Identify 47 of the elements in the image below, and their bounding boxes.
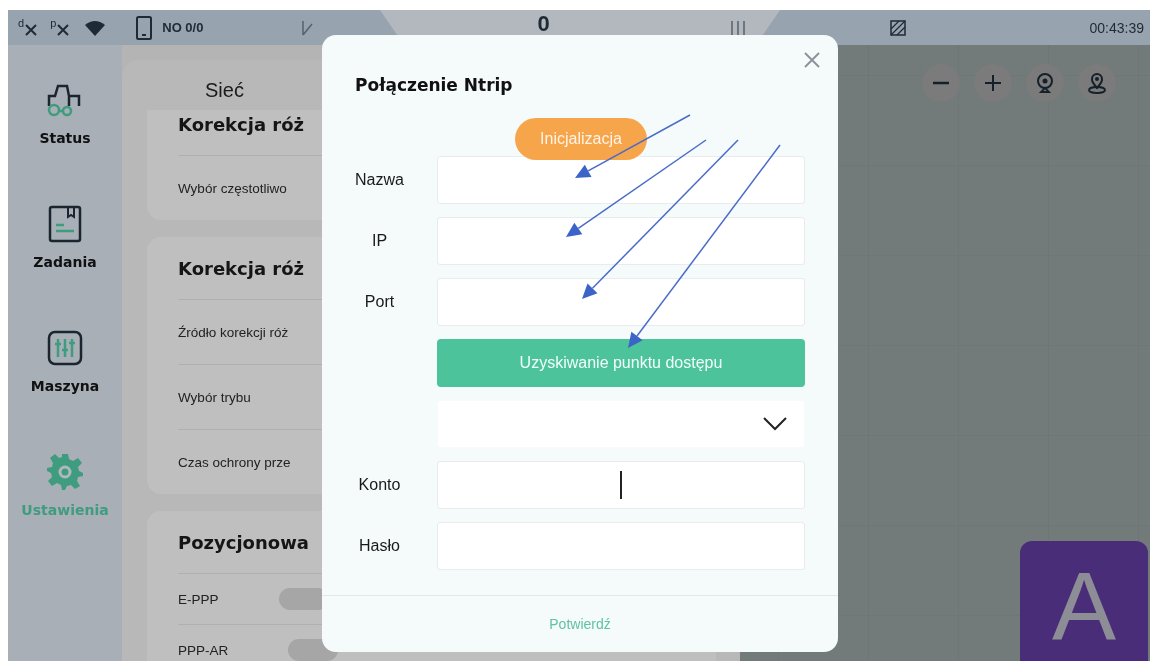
setting-label: Wybór częstotliwo [178,180,287,196]
storage-status: NO 0/0 [162,20,204,35]
zoom-out-button[interactable] [922,64,960,102]
input-field[interactable] [437,217,805,265]
webcam-icon [1036,72,1054,94]
clock: 00:43:39 [1089,19,1144,36]
input-field[interactable] [437,461,805,509]
webcam-button[interactable] [1026,64,1064,102]
setting-label: Źródło korekcji róż [178,324,289,340]
close-button[interactable] [802,50,822,70]
field-label: Hasło [359,536,400,556]
toast-message: Inicjalizacja [515,118,647,160]
settings-icon [46,452,84,492]
field-label: Konto [358,475,401,495]
minus-icon [932,81,950,85]
tablet-icon [136,15,153,40]
center-value: 0 [537,12,550,35]
cross-icon [56,22,71,37]
setting-label: Wybór trybu [178,389,251,405]
location-pin-icon [1087,72,1107,94]
indicator-label: p [50,16,57,29]
document-icon [48,204,82,244]
sidebar-item[interactable]: Status [8,80,122,204]
access-point-button[interactable]: Uzyskiwanie punktu dostępu [437,339,805,387]
zoom-in-button[interactable] [974,64,1012,102]
plus-icon [984,74,1002,92]
confirm-button[interactable]: Potwierdź [543,615,617,633]
sidebar-item[interactable]: Zadania [8,204,122,328]
indicator-label: d [18,16,25,29]
setting-label: E-PPP [178,591,219,607]
input-field[interactable] [437,156,805,204]
close-icon [804,52,820,68]
panel-title: Sieć [205,78,244,102]
cross-icon [24,22,39,37]
location-button[interactable] [1078,64,1116,102]
map-area-icon [888,18,907,37]
setting-label: PPP-AR [178,642,229,658]
wifi-icon [84,18,107,37]
sliders-icon [47,328,83,368]
setting-label: Czas ochrony prze [178,454,291,470]
field-label: Nazwa [355,170,404,190]
bars-icon [729,19,746,36]
mode-button[interactable]: A [1020,541,1148,661]
dialog-title: Połączenie Ntrip [355,75,513,95]
chevron-down-icon [763,417,787,431]
input-field[interactable] [437,278,805,326]
sidebar-item[interactable]: Maszyna [8,328,122,452]
